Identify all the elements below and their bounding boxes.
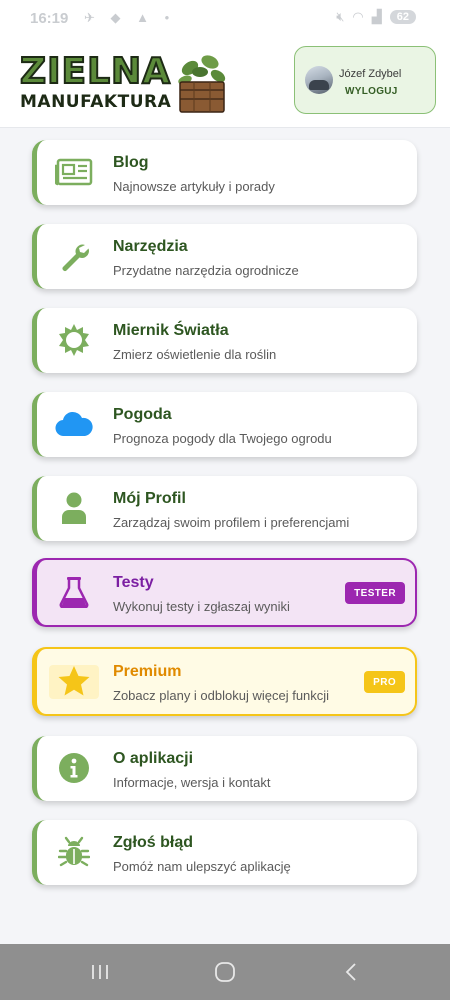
logo-line2: MANUFAKTURA xyxy=(20,92,172,112)
menu-item-description: Przydatne narzędzia ogrodnicze xyxy=(113,263,299,278)
bug-icon xyxy=(54,834,94,870)
status-bar: 16:19 ✈ ◆ ▲ • 🔇︎ ◠ ▟ 62 xyxy=(0,0,450,34)
menu-item-premium[interactable]: Premium Zobacz plany i odblokuj więcej f… xyxy=(32,647,417,716)
menu-item-moj-profil[interactable]: Mój Profil Zarządzaj swoim profilem i pr… xyxy=(32,476,417,541)
recent-apps-icon xyxy=(92,965,108,979)
sun-icon xyxy=(54,322,94,358)
menu-item-title: Testy xyxy=(113,574,154,591)
wrench-icon xyxy=(54,238,94,274)
cloud-icon xyxy=(54,406,94,442)
menu-item-narzedzia[interactable]: Narzędzia Przydatne narzędzia ogrodnicze xyxy=(32,224,417,289)
tester-badge: TESTER xyxy=(345,582,405,604)
menu-item-pogoda[interactable]: Pogoda Prognoza pogody dla Twojego ogrod… xyxy=(32,392,417,457)
recent-apps-button[interactable] xyxy=(85,960,115,984)
menu-item-title: Zgłoś błąd xyxy=(113,834,193,851)
menu-item-title: Miernik Światła xyxy=(113,322,229,339)
menu-item-description: Zarządzaj swoim profilem i preferencjami xyxy=(113,515,350,530)
back-icon xyxy=(345,963,356,981)
menu-item-testy[interactable]: Testy Wykonuj testy i zgłaszaj wyniki TE… xyxy=(32,558,417,627)
app-logo: ZIELNA MANUFAKTURA xyxy=(18,51,238,118)
menu-item-description: Wykonuj testy i zgłaszaj wyniki xyxy=(113,599,290,614)
menu-item-description: Najnowsze artykuły i porady xyxy=(113,179,275,194)
menu-item-o-aplikacji[interactable]: O aplikacji Informacje, wersja i kontakt xyxy=(32,736,417,801)
plant-pot-icon xyxy=(178,55,226,113)
menu-item-title: Pogoda xyxy=(113,406,172,423)
flask-icon xyxy=(54,574,94,610)
menu-item-description: Informacje, wersja i kontakt xyxy=(113,775,271,790)
home-button[interactable] xyxy=(210,960,240,984)
menu-item-title: Mój Profil xyxy=(113,490,186,507)
notification-icons: ✈ ◆ ▲ • xyxy=(84,10,176,25)
menu-item-title: O aplikacji xyxy=(113,750,194,767)
menu-item-description: Pomóż nam ulepszyć aplikację xyxy=(113,859,291,874)
system-navigation-bar xyxy=(0,944,450,1000)
user-name: Józef Zdybel xyxy=(339,68,402,80)
status-right-icons: 🔇︎ ◠ ▟ 62 xyxy=(336,9,416,25)
menu-item-title: Narzędzia xyxy=(113,238,188,255)
user-icon xyxy=(54,490,94,526)
logout-button[interactable]: WYLOGUJ xyxy=(345,86,398,97)
info-icon xyxy=(54,750,94,786)
menu-item-description: Zmierz oświetlenie dla roślin xyxy=(113,347,277,362)
wifi-icon: ◠ xyxy=(352,9,364,24)
status-time: 16:19 xyxy=(30,10,69,27)
menu-item-title: Blog xyxy=(113,154,149,171)
star-icon xyxy=(54,663,94,699)
menu-item-miernik-swiatla[interactable]: Miernik Światła Zmierz oświetlenie dla r… xyxy=(32,308,417,373)
home-icon xyxy=(215,962,235,982)
menu-item-title: Premium xyxy=(113,663,182,680)
user-card: Józef Zdybel WYLOGUJ xyxy=(294,46,436,114)
menu-item-description: Prognoza pogody dla Twojego ogrodu xyxy=(113,431,332,446)
logo-line1: ZIELNA xyxy=(19,51,172,93)
back-button[interactable] xyxy=(336,960,366,984)
pro-badge: PRO xyxy=(364,671,405,693)
battery-indicator: 62 xyxy=(389,10,416,24)
mute-icon: 🔇︎ xyxy=(336,9,345,24)
menu-item-description: Zobacz plany i odblokuj więcej funkcji xyxy=(113,688,330,703)
app-header: ZIELNA MANUFAKTURA Józef Zdybel WYLOGUJ xyxy=(0,34,450,128)
avatar[interactable] xyxy=(305,66,333,94)
menu-item-zglos-blad[interactable]: Zgłoś błąd Pomóż nam ulepszyć aplikację xyxy=(32,820,417,885)
menu-item-blog[interactable]: Blog Najnowsze artykuły i porady xyxy=(32,140,417,205)
newspaper-icon xyxy=(54,154,94,190)
signal-icon: ▟ xyxy=(371,9,382,24)
